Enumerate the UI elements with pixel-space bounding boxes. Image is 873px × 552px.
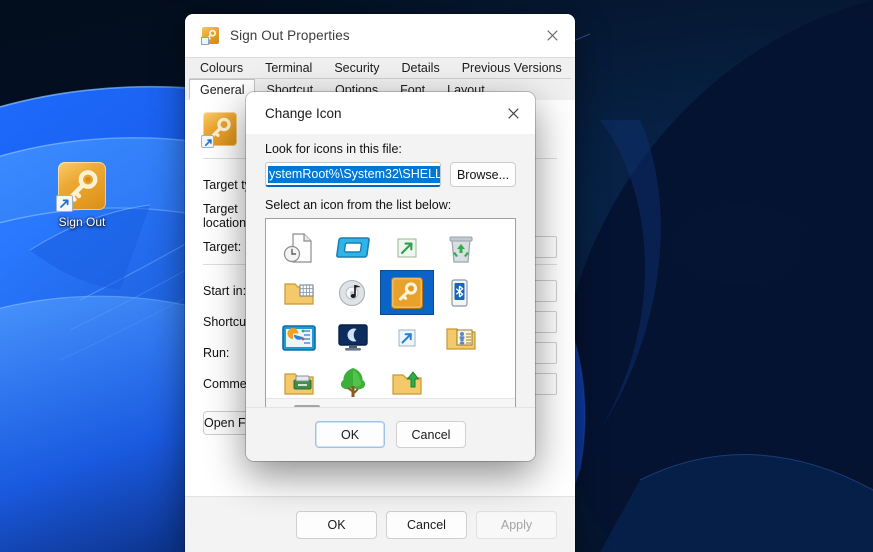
icon-cell-folder-contacts[interactable] xyxy=(434,315,488,360)
window-shortcut-badge xyxy=(201,37,209,45)
icon-cell-recent-document[interactable] xyxy=(272,225,326,270)
tab-security[interactable]: Security xyxy=(323,58,391,78)
icon-cell-bluetooth-device[interactable] xyxy=(434,270,488,315)
properties-titlebar[interactable]: Sign Out Properties xyxy=(185,14,575,57)
icon-cell-display-window[interactable] xyxy=(326,225,380,270)
icon-cell-shortcut-arrow-small[interactable] xyxy=(380,315,434,360)
file-field-label: Look for icons in this file: xyxy=(265,142,402,156)
desktop-icon-label: Sign Out xyxy=(58,215,106,229)
icon-cell-recycle-bin-full[interactable] xyxy=(434,225,488,270)
shortcut-arrow-icon xyxy=(201,135,214,148)
icon-file-input[interactable]: ystemRoot%\System32\SHELL32.dll xyxy=(265,162,441,187)
tab-row-primary: Colours Terminal Security Details Previo… xyxy=(189,58,573,79)
icon-cell-monitor-sleep[interactable] xyxy=(326,315,380,360)
change-icon-cancel-button[interactable]: Cancel xyxy=(396,421,466,448)
properties-title: Sign Out Properties xyxy=(230,28,350,43)
close-icon[interactable] xyxy=(491,92,535,134)
shortcut-arrow-icon xyxy=(56,195,73,212)
icon-cell-folder-grid[interactable] xyxy=(272,270,326,315)
change-icon-footer: OK Cancel xyxy=(246,407,535,461)
tab-previous-versions[interactable]: Previous Versions xyxy=(450,58,573,78)
icon-cell-presentation-screen[interactable] xyxy=(272,315,326,360)
change-icon-dialog: Change Icon Look for icons in this file:… xyxy=(246,92,535,461)
icon-cell-shortcut-arrow[interactable] xyxy=(380,225,434,270)
tab-terminal[interactable]: Terminal xyxy=(254,58,324,78)
tab-colours[interactable]: Colours xyxy=(189,58,255,78)
browse-button[interactable]: Browse... xyxy=(450,162,516,187)
change-icon-title: Change Icon xyxy=(265,105,342,121)
desktop-icon-sign-out[interactable]: Sign Out xyxy=(44,162,120,229)
desktop-icon-art xyxy=(56,162,106,212)
close-icon[interactable] xyxy=(529,14,575,57)
icon-list-label: Select an icon from the list below: xyxy=(265,198,452,212)
file-field-row: ystemRoot%\System32\SHELL32.dll Browse..… xyxy=(265,162,516,187)
properties-ok-button[interactable]: OK xyxy=(296,510,377,539)
change-icon-titlebar[interactable]: Change Icon xyxy=(246,92,535,134)
icon-file-value: ystemRoot%\System32\SHELL32.dll xyxy=(268,165,440,183)
properties-cancel-button[interactable]: Cancel xyxy=(386,510,467,539)
icon-listbox[interactable] xyxy=(265,218,516,414)
change-icon-body: Look for icons in this file: ystemRoot%\… xyxy=(246,134,535,419)
window-key-icon xyxy=(201,27,219,45)
properties-apply-button: Apply xyxy=(476,510,557,539)
properties-footer: OK Cancel Apply xyxy=(185,496,575,552)
icon-grid xyxy=(266,219,515,413)
icon-cell-key[interactable] xyxy=(380,270,434,315)
tab-details[interactable]: Details xyxy=(390,58,451,78)
icon-cell-audio-cd[interactable] xyxy=(326,270,380,315)
change-icon-ok-button[interactable]: OK xyxy=(315,421,385,448)
shortcut-key-icon xyxy=(201,112,237,148)
